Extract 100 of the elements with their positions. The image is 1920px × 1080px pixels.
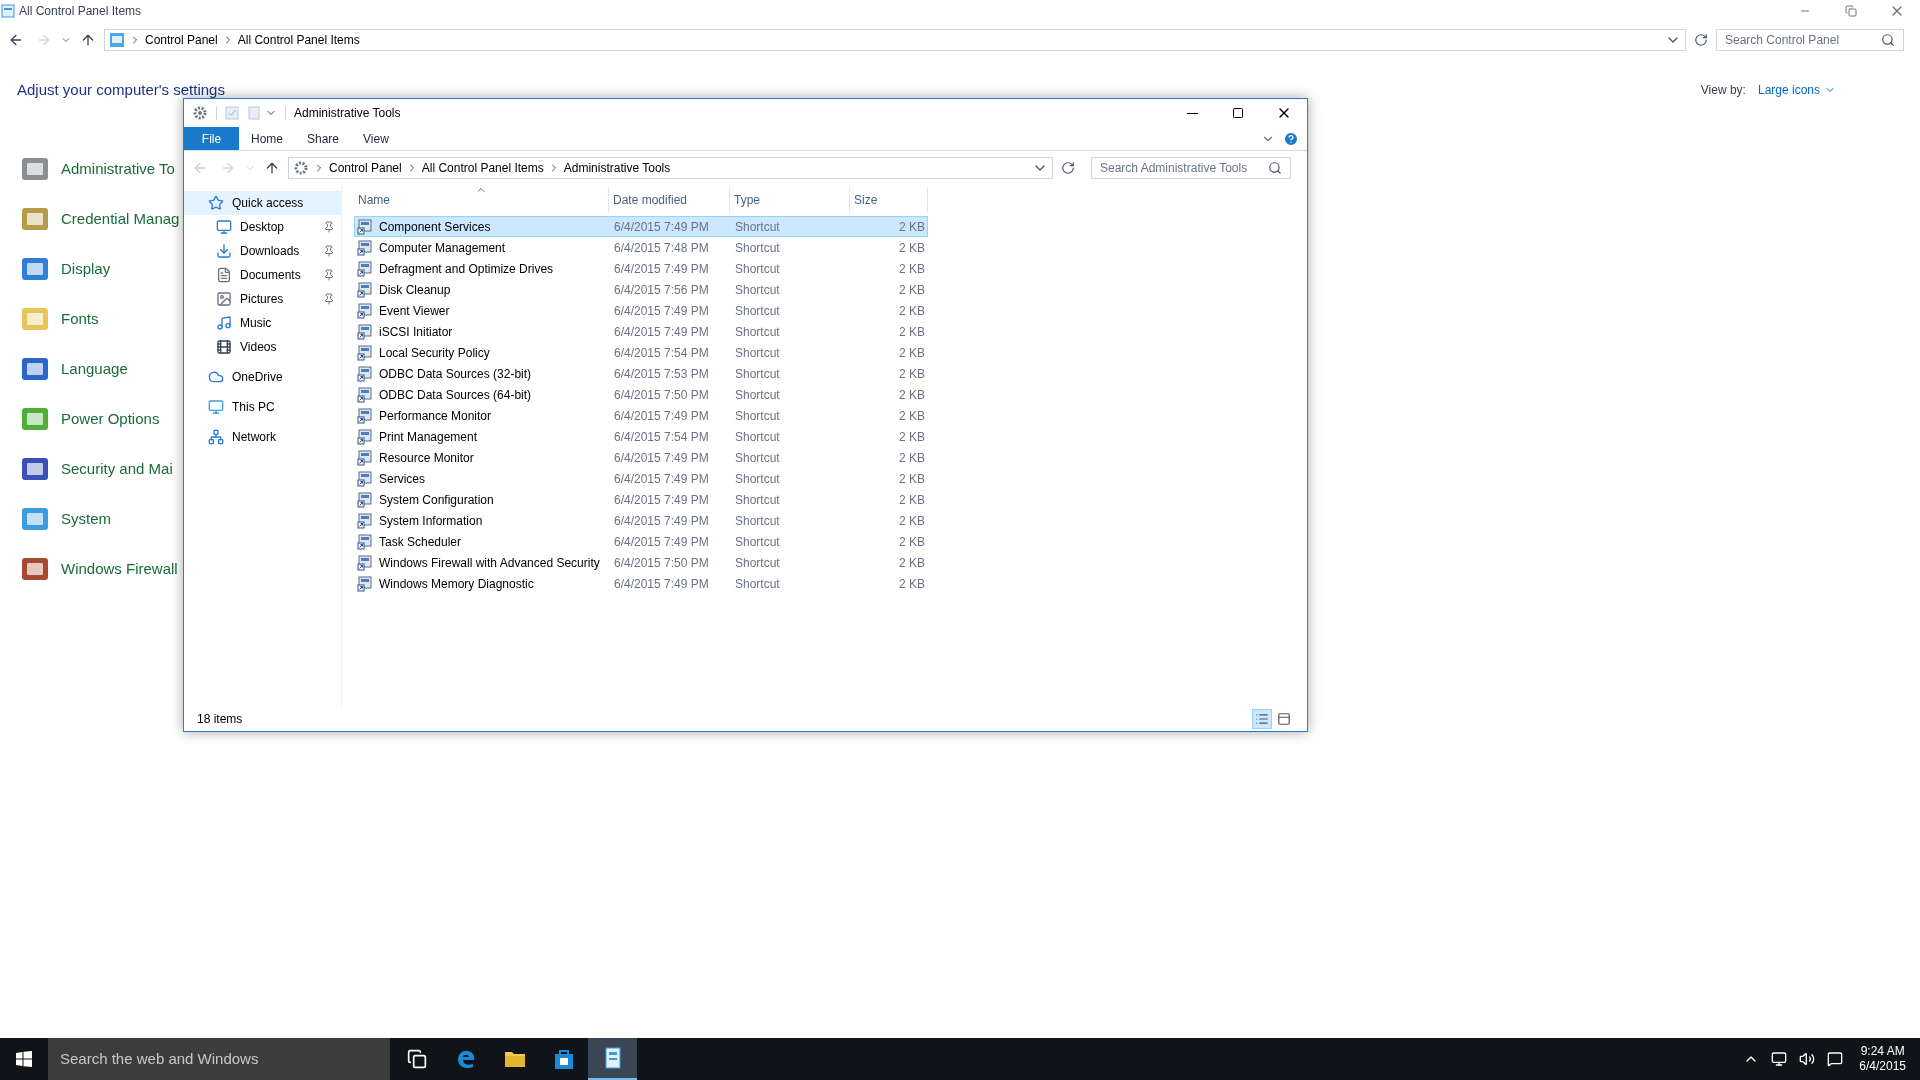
file-tab[interactable]: File (184, 127, 239, 150)
nav-item[interactable]: Pictures (184, 287, 341, 311)
type-cell-text: Shortcut (734, 470, 781, 488)
size-cell-text: 2 KB (898, 533, 926, 551)
breadcrumb[interactable]: Control Panel (329, 159, 402, 177)
music-icon (216, 315, 232, 331)
file-row[interactable]: System Configuration 6/4/2015 7:49 PM Shortcut 2 KB (354, 489, 928, 510)
help-icon[interactable] (1283, 130, 1299, 147)
file-name: Task Scheduler (379, 533, 462, 551)
date-cell-text: 6/4/2015 7:49 PM (613, 218, 710, 236)
breadcrumb[interactable]: All Control Panel Items (237, 31, 360, 49)
search-field[interactable]: Search Administrative Tools (1091, 157, 1291, 179)
file-row[interactable]: Task Scheduler 6/4/2015 7:49 PM Shortcut 2 KB (354, 531, 928, 552)
file-name: Computer Management (379, 239, 506, 257)
nav-item[interactable]: Music (184, 311, 341, 335)
file-row[interactable]: Performance Monitor 6/4/2015 7:49 PM Shortcut 2 KB (354, 405, 928, 426)
network-icon[interactable] (1771, 1051, 1788, 1067)
file-name: Windows Memory Diagnostic (379, 575, 534, 593)
clock[interactable]: 9:24 AM 6/4/2015 (1859, 1044, 1906, 1074)
shortcut-icon (357, 323, 373, 340)
taskbar-search-field[interactable]: Search the web and Windows (48, 1038, 390, 1080)
file-row[interactable]: Component Services 6/4/2015 7:49 PM Shortcut 2 KB (354, 216, 928, 237)
breadcrumb[interactable]: Control Panel (145, 31, 218, 49)
document-icon (216, 267, 232, 283)
ribbon-tab[interactable]: Share (295, 127, 352, 150)
view-by-dropdown[interactable]: Large icons (1757, 81, 1836, 99)
file-row[interactable]: ODBC Data Sources (64-bit) 6/4/2015 7:50 PM Shortcut 2 KB (354, 384, 928, 405)
nav-item[interactable]: Downloads (184, 239, 341, 263)
control-panel-link[interactable]: Fonts (61, 307, 99, 331)
size-cell-text: 2 KB (898, 449, 926, 467)
ribbon-tab[interactable]: Home (239, 127, 295, 150)
control-panel-link[interactable]: Credential Manag (61, 207, 180, 231)
file-row[interactable]: Services 6/4/2015 7:49 PM Shortcut 2 KB (354, 468, 928, 489)
file-row[interactable]: Disk Cleanup 6/4/2015 7:56 PM Shortcut 2 KB (354, 279, 928, 300)
taskbar-app[interactable] (588, 1038, 637, 1080)
column-header[interactable]: Type (730, 187, 850, 213)
size-cell-text: 2 KB (898, 218, 926, 236)
column-header[interactable]: Date modified (609, 187, 730, 213)
maximize-icon (1232, 107, 1244, 119)
checkbox-icon[interactable] (225, 106, 239, 120)
monitor-icon (216, 219, 232, 235)
control-panel-link[interactable]: Language (61, 357, 128, 381)
column-header[interactable]: Size (850, 187, 928, 213)
search-field[interactable]: Search Control Panel (1716, 29, 1904, 51)
address-bar[interactable]: Control Panel All Control Panel Items Administrative Tools (288, 157, 1053, 179)
file-row[interactable]: Print Management 6/4/2015 7:54 PM Shortcut 2 KB (354, 426, 928, 447)
nav-item[interactable]: This PC (184, 395, 341, 419)
file-row[interactable]: Windows Memory Diagnostic 6/4/2015 7:49 PM Shortcut 2 KB (354, 573, 928, 594)
control-panel-link[interactable]: System (61, 507, 111, 531)
search-icon (1881, 33, 1895, 47)
details-view-button[interactable] (1252, 709, 1272, 729)
refresh-icon[interactable] (1061, 161, 1075, 175)
nav-item[interactable]: Desktop (184, 215, 341, 239)
refresh-icon[interactable] (1694, 33, 1708, 47)
column-header[interactable]: Name (354, 187, 609, 213)
type-cell-text: Shortcut (734, 386, 781, 404)
file-row[interactable]: Computer Management 6/4/2015 7:48 PM Shortcut 2 KB (354, 237, 928, 258)
nav-item[interactable]: OneDrive (184, 365, 341, 389)
file-row[interactable]: Resource Monitor 6/4/2015 7:49 PM Shortcut 2 KB (354, 447, 928, 468)
file-row[interactable]: System Information 6/4/2015 7:49 PM Shortcut 2 KB (354, 510, 928, 531)
file-row[interactable]: Defragment and Optimize Drives 6/4/2015 7:49 PM Shortcut 2 KB (354, 258, 928, 279)
notification-icon[interactable] (1827, 1051, 1844, 1067)
file-row[interactable]: iSCSI Initiator 6/4/2015 7:49 PM Shortcut 2 KB (354, 321, 928, 342)
date-cell-text: 6/4/2015 7:48 PM (613, 239, 710, 257)
size-cell-text: 2 KB (898, 428, 926, 446)
control-panel-link[interactable]: Security and Mai (61, 457, 173, 481)
nav-item[interactable]: Quick access (184, 191, 341, 215)
breadcrumb[interactable]: All Control Panel Items (421, 159, 544, 177)
up-icon[interactable] (264, 160, 280, 176)
file-name: System Information (379, 512, 483, 530)
control-panel-link[interactable]: Display (61, 257, 111, 281)
size-cell-text: 2 KB (898, 575, 926, 593)
ribbon-tab[interactable]: View (351, 127, 401, 150)
up-icon[interactable] (80, 32, 96, 48)
file-row[interactable]: ODBC Data Sources (32-bit) 6/4/2015 7:53 PM Shortcut 2 KB (354, 363, 928, 384)
back-icon[interactable] (8, 32, 24, 48)
file-name: Services (379, 470, 425, 488)
address-bar[interactable]: Control Panel All Control Panel Items (104, 29, 1686, 51)
nav-item[interactable]: Network (184, 425, 341, 449)
type-cell-text: Shortcut (734, 533, 781, 551)
monitor-icon (208, 399, 224, 415)
shortcut-icon (357, 239, 373, 256)
type-cell-text: Shortcut (734, 554, 781, 572)
shortcut-icon (357, 575, 373, 592)
file-row[interactable]: Event Viewer 6/4/2015 7:49 PM Shortcut 2 KB (354, 300, 928, 321)
nav-item[interactable]: Videos (184, 335, 341, 359)
control-panel-link[interactable]: Administrative To (61, 157, 175, 181)
file-row[interactable]: Windows Firewall with Advanced Security 6/4/2015 7:50 PM Shortcut 2 KB (354, 552, 928, 573)
control-panel-link[interactable]: Windows Firewall (61, 557, 178, 581)
size-cell-text: 2 KB (898, 386, 926, 404)
breadcrumb[interactable]: Administrative Tools (563, 159, 671, 177)
size-cell-text: 2 KB (898, 281, 926, 299)
shortcut-icon (357, 512, 373, 529)
control-panel-link[interactable]: Power Options (61, 407, 160, 431)
shortcut-icon (357, 428, 373, 445)
type-cell-text: Shortcut (734, 218, 781, 236)
nav-item[interactable]: Documents (184, 263, 341, 287)
folder-icon (503, 1049, 526, 1069)
speaker-icon[interactable] (1799, 1051, 1816, 1067)
file-row[interactable]: Local Security Policy 6/4/2015 7:54 PM Shortcut 2 KB (354, 342, 928, 363)
